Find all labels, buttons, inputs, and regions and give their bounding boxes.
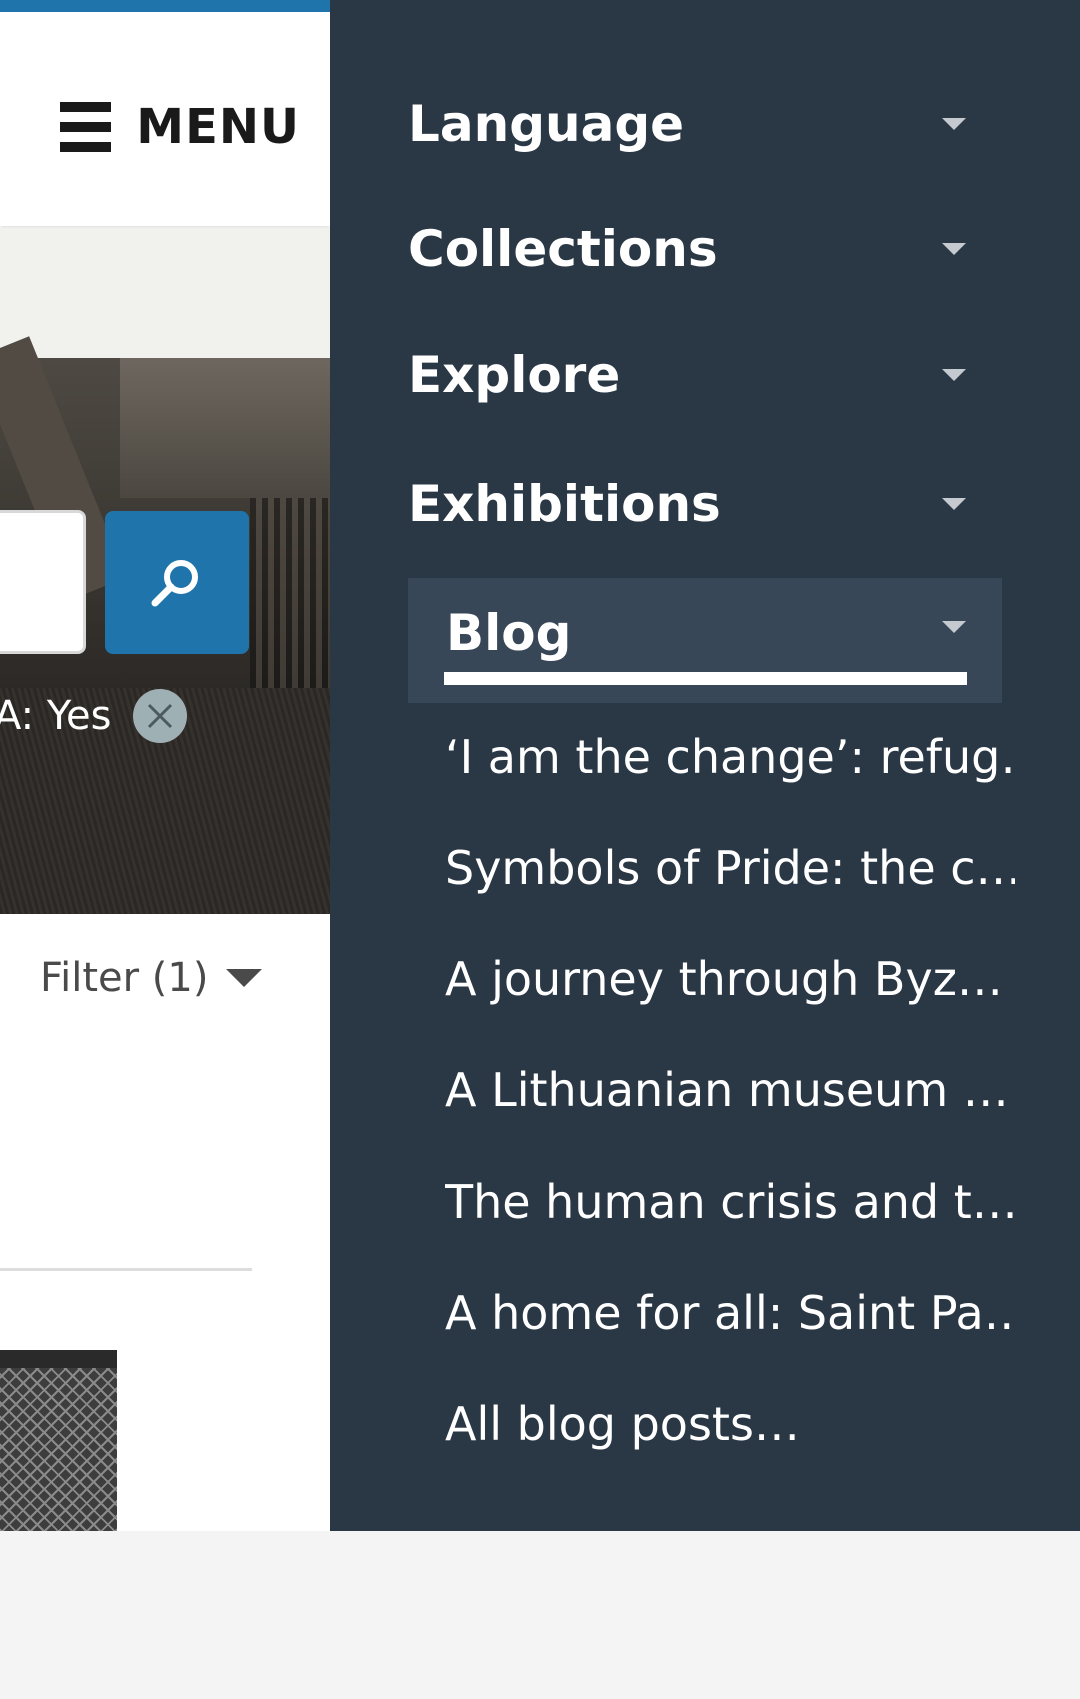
nav-label: Blog [446,603,572,662]
blog-post-link[interactable]: A journey through Byz… [445,934,1015,1024]
search-input[interactable] [0,510,86,654]
page-content: MENU A: Yes Filter (1) [0,0,330,1531]
filter-toggle[interactable]: Filter (1) [40,948,263,1008]
result-thumbnail[interactable] [0,1350,117,1531]
nav-label: Language [408,95,685,153]
close-icon [148,703,173,729]
search-button[interactable] [105,511,249,654]
nav-item-explore[interactable]: Explore [408,325,998,425]
nav-item-language[interactable]: Language [408,74,998,174]
caret-down-icon [942,620,966,633]
caret-down-icon [942,369,966,381]
caret-down-icon [942,243,966,255]
blog-post-link[interactable]: The human crisis and t… [445,1157,1015,1247]
search-icon [151,559,198,606]
caret-down-icon [942,118,966,130]
header-band [0,228,330,358]
menu-toggle-button[interactable]: MENU [60,90,300,164]
nav-item-blog[interactable]: Blog [408,578,1002,703]
blog-post-link[interactable]: A home for all: Saint Pa… [445,1268,1015,1358]
remove-filter-button[interactable] [133,689,188,743]
site-header: MENU [0,12,330,226]
all-blog-posts-link[interactable]: All blog posts… [445,1379,1015,1469]
filter-chip-label: A: Yes [0,693,112,739]
viewport: MENU A: Yes Filter (1) Language Collecti… [0,0,1080,1531]
blog-post-link[interactable]: A Lithuanian museum … [445,1045,1015,1135]
side-menu: Language Collections Explore Exhibitions… [330,0,1080,1531]
nav-item-exhibitions[interactable]: Exhibitions [408,454,998,554]
nav-label: Exhibitions [408,475,721,533]
top-accent-bar [0,0,330,12]
nav-item-collections[interactable]: Collections [408,199,998,299]
blog-post-link[interactable]: Symbols of Pride: the c… [445,823,1015,913]
menu-label: MENU [136,99,300,155]
divider [0,1268,252,1271]
chevron-down-icon [226,969,263,987]
blog-post-link[interactable]: ‘I am the change’: refug… [445,712,1015,802]
filter-label: Filter (1) [40,955,209,1001]
nav-label: Explore [408,346,621,404]
hamburger-icon [60,102,111,152]
caret-down-icon [942,498,966,510]
active-filter-chip: A: Yes [0,686,188,746]
active-underline [444,672,967,685]
nav-label: Collections [408,220,718,278]
